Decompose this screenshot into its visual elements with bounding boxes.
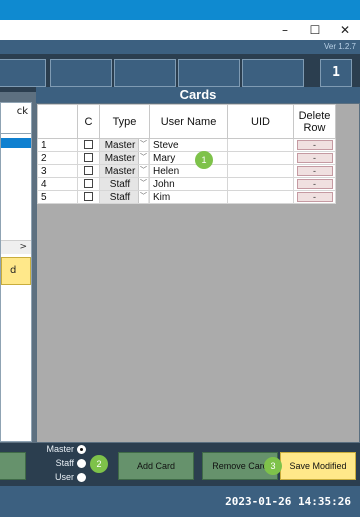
- type-value: Staff: [109, 178, 131, 190]
- row-checkbox-cell[interactable]: [77, 151, 100, 165]
- row-index: 1: [37, 138, 78, 152]
- user-name-cell[interactable]: Kim: [149, 190, 228, 204]
- page-indicator-button[interactable]: 1: [320, 59, 352, 87]
- chevron-down-icon[interactable]: ﹀: [138, 165, 148, 177]
- delete-row-button[interactable]: -: [296, 166, 333, 176]
- uid-cell[interactable]: [227, 138, 294, 152]
- type-select[interactable]: Master ﹀: [99, 138, 150, 152]
- type-value: Master: [104, 139, 136, 151]
- left-green-button[interactable]: [0, 452, 26, 480]
- callout-badge-3: 3: [264, 457, 282, 475]
- type-value: Master: [104, 165, 136, 177]
- delete-cell: -: [293, 151, 336, 165]
- chevron-down-icon[interactable]: ﹀: [138, 178, 148, 190]
- uid-cell[interactable]: [227, 190, 294, 204]
- left-list-selected-item[interactable]: [1, 138, 31, 148]
- delete-cell: -: [293, 138, 336, 152]
- row-checkbox-cell[interactable]: [77, 138, 100, 152]
- user-name-cell[interactable]: Mary: [149, 151, 228, 165]
- checkbox[interactable]: [84, 140, 93, 150]
- radio-master[interactable]: [77, 445, 86, 454]
- delete-row-button[interactable]: -: [296, 179, 333, 189]
- callout-badge-1: 1: [195, 151, 213, 169]
- user-name-cell[interactable]: John: [149, 177, 228, 191]
- table-row: 2 Master ﹀ Mary -: [37, 151, 336, 165]
- maximize-button[interactable]: ☐: [300, 20, 330, 40]
- radio-user[interactable]: [77, 473, 86, 482]
- user-name-cell[interactable]: Steve: [149, 138, 228, 152]
- table-row: 5 Staff ﹀ Kim -: [37, 190, 336, 204]
- type-select[interactable]: Master ﹀: [99, 164, 150, 178]
- delete-row-button[interactable]: -: [296, 192, 333, 202]
- checkbox[interactable]: [84, 179, 93, 189]
- close-button[interactable]: ✕: [330, 20, 360, 40]
- type-select[interactable]: Staff ﹀: [99, 177, 150, 191]
- delete-cell: -: [293, 177, 336, 191]
- add-card-button[interactable]: Add Card: [118, 452, 194, 480]
- radio-label-staff: Staff: [55, 458, 74, 468]
- col-header-c: C: [77, 104, 100, 139]
- left-panel-header: ck: [0, 102, 32, 134]
- row-index: 2: [37, 151, 78, 165]
- left-yellow-button[interactable]: d: [1, 257, 31, 285]
- col-header-user-name: User Name: [149, 104, 228, 139]
- radio-label-master: Master: [46, 444, 74, 454]
- radio-label-user: User: [54, 472, 74, 482]
- version-bar: [0, 40, 360, 54]
- chevron-down-icon[interactable]: ﹀: [138, 139, 148, 151]
- table-row: 4 Staff ﹀ John -: [37, 177, 336, 191]
- row-checkbox-cell[interactable]: [77, 177, 100, 191]
- type-select[interactable]: Master ﹀: [99, 151, 150, 165]
- radio-staff[interactable]: [77, 459, 86, 468]
- datetime-display: 2023-01-26 14:35:26: [225, 495, 351, 508]
- type-value: Staff: [109, 191, 131, 203]
- table-row: 3 Master ﹀ Helen -: [37, 164, 336, 178]
- chevron-down-icon[interactable]: ﹀: [138, 152, 148, 164]
- delete-cell: -: [293, 164, 336, 178]
- col-header-index: [37, 104, 78, 139]
- uid-cell[interactable]: [227, 151, 294, 165]
- table-row: 1 Master ﹀ Steve -: [37, 138, 336, 152]
- user-name-cell[interactable]: Helen: [149, 164, 228, 178]
- tab-button-2[interactable]: [50, 59, 112, 87]
- row-index: 3: [37, 164, 78, 178]
- cards-table: C Type User Name UID Delete Row 1 Master…: [37, 104, 336, 204]
- checkbox[interactable]: [84, 192, 93, 202]
- tab-button-3[interactable]: [114, 59, 176, 87]
- tab-button-4[interactable]: [178, 59, 240, 87]
- delete-cell: -: [293, 190, 336, 204]
- delete-row-button[interactable]: -: [296, 140, 333, 150]
- row-checkbox-cell[interactable]: [77, 190, 100, 204]
- delete-row-button[interactable]: -: [296, 153, 333, 163]
- row-checkbox-cell[interactable]: [77, 164, 100, 178]
- uid-cell[interactable]: [227, 177, 294, 191]
- tab-button-1[interactable]: [0, 59, 46, 87]
- cards-title: Cards: [36, 87, 360, 103]
- callout-badge-2: 2: [90, 455, 108, 473]
- type-value: Master: [104, 152, 136, 164]
- save-modified-button[interactable]: Save Modified: [280, 452, 356, 480]
- type-select[interactable]: Staff ﹀: [99, 190, 150, 204]
- col-header-type: Type: [99, 104, 150, 139]
- row-index: 4: [37, 177, 78, 191]
- left-scroll-right-icon[interactable]: >: [1, 240, 31, 254]
- version-label: Ver 1.2.7: [323, 42, 356, 51]
- col-header-uid: UID: [227, 104, 294, 139]
- checkbox[interactable]: [84, 166, 93, 176]
- tab-button-5[interactable]: [242, 59, 304, 87]
- minimize-button[interactable]: –: [270, 20, 300, 40]
- chevron-down-icon[interactable]: ﹀: [138, 191, 148, 203]
- col-header-delete-row: Delete Row: [293, 104, 336, 139]
- window-top-strip: [0, 0, 360, 20]
- uid-cell[interactable]: [227, 164, 294, 178]
- row-index: 5: [37, 190, 78, 204]
- checkbox[interactable]: [84, 153, 93, 163]
